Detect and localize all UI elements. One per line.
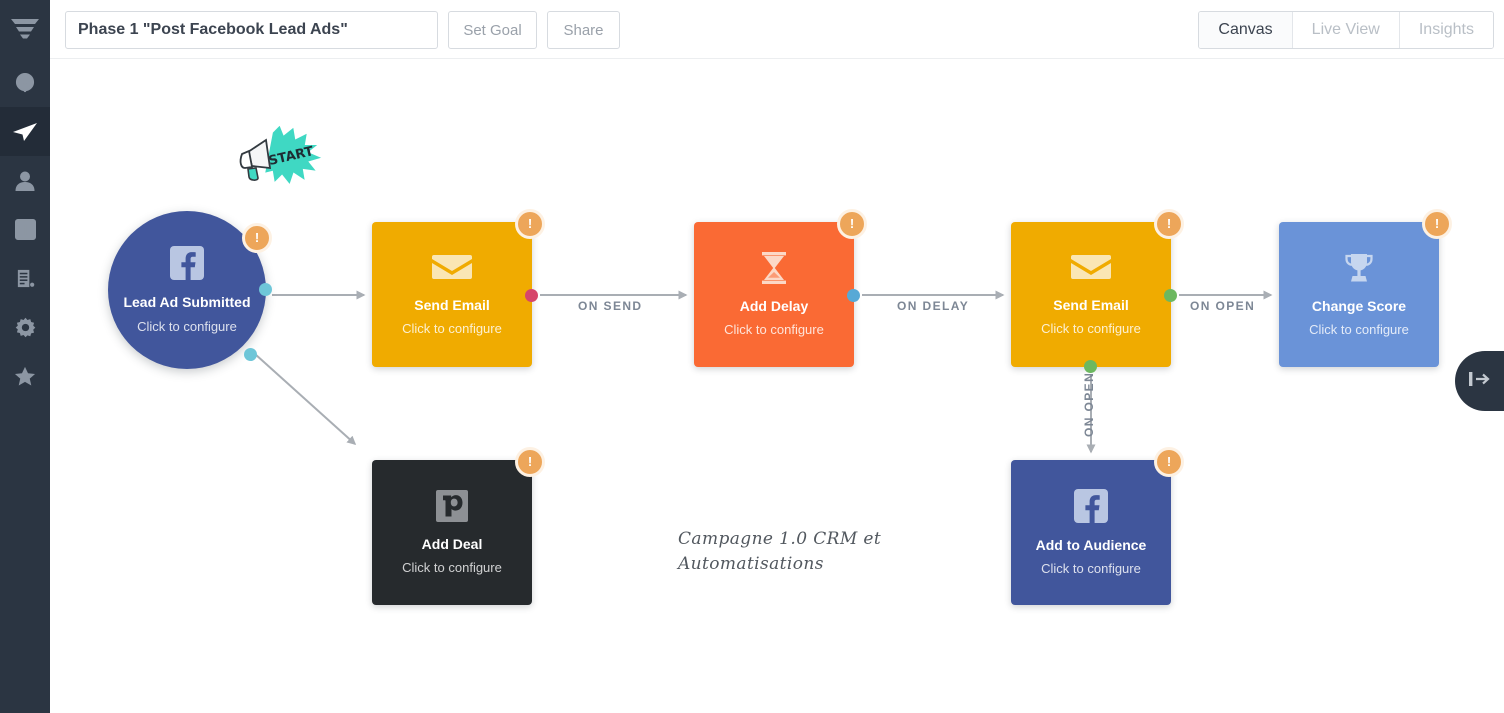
start-megaphone-sticker: START: [236, 122, 327, 190]
node-title: Add to Audience: [1035, 536, 1147, 553]
workflow-canvas[interactable]: ON SEND ON DELAY ON OPEN ON OPEN START C…: [50, 59, 1504, 713]
node-warning-badge[interactable]: !: [515, 447, 545, 477]
tab-insights[interactable]: Insights: [1399, 12, 1493, 48]
node-warning-badge[interactable]: !: [1154, 209, 1184, 239]
node-output-port[interactable]: [525, 289, 538, 302]
sidebar-item-reports[interactable]: [0, 205, 50, 254]
top-bar: Set Goal Share Canvas Live View Insights: [50, 0, 1504, 59]
share-button[interactable]: Share: [547, 11, 620, 49]
app-root: Set Goal Share Canvas Live View Insights: [0, 0, 1504, 713]
node-title: Add Delay: [739, 297, 809, 314]
connector-label-on-delay: ON DELAY: [897, 299, 970, 313]
node-add-to-audience[interactable]: ! Add to Audience Click to configure: [1011, 447, 1184, 605]
node-warning-badge[interactable]: !: [1422, 209, 1452, 239]
envelope-icon: [1071, 253, 1111, 288]
set-goal-button[interactable]: Set Goal: [448, 11, 537, 49]
node-subtitle: Click to configure: [1041, 561, 1141, 577]
connector-label-on-send: ON SEND: [578, 299, 643, 313]
node-output-port[interactable]: [847, 289, 860, 302]
node-output-port-secondary[interactable]: [1084, 360, 1097, 373]
node-subtitle: Click to configure: [1041, 321, 1141, 337]
connector-label-on-open-vertical: ON OPEN: [1082, 371, 1096, 437]
canvas-note: Campagne 1.0 CRM et Automatisations: [678, 529, 882, 574]
facebook-icon: [170, 246, 204, 285]
node-title: Send Email: [1053, 296, 1129, 313]
node-warning-badge[interactable]: !: [837, 209, 867, 239]
sidebar-item-dashboard[interactable]: [0, 58, 50, 107]
left-sidebar: [0, 0, 50, 713]
node-output-port[interactable]: [1164, 289, 1177, 302]
node-output-port[interactable]: [259, 283, 272, 296]
node-send-email-1[interactable]: ! Send Email Click to configure: [372, 209, 545, 367]
sidebar-item-settings[interactable]: [0, 303, 50, 352]
sidebar-item-campaigns[interactable]: [0, 107, 50, 156]
node-lead-ad-submitted[interactable]: ! Lead Ad Submitted Click to configure: [108, 211, 272, 369]
sidebar-item-favorites[interactable]: [0, 352, 50, 401]
sidebar-item-lists[interactable]: [0, 254, 50, 303]
envelope-icon: [432, 253, 472, 288]
node-subtitle: Click to configure: [1309, 322, 1409, 338]
node-warning-badge[interactable]: !: [242, 223, 272, 253]
sidebar-item-contacts[interactable]: [0, 156, 50, 205]
tab-canvas[interactable]: Canvas: [1199, 12, 1293, 48]
campaign-title-input[interactable]: [65, 11, 438, 49]
node-title: Add Deal: [421, 535, 483, 552]
node-change-score[interactable]: ! Change Score Click to configure: [1279, 209, 1452, 367]
pipedrive-icon: [436, 489, 468, 527]
connector-label-on-open-horizontal: ON OPEN: [1190, 299, 1256, 313]
node-subtitle: Click to configure: [402, 321, 502, 337]
tab-live-view[interactable]: Live View: [1292, 12, 1400, 48]
hourglass-icon: [760, 251, 788, 289]
node-add-deal[interactable]: ! Add Deal Click to configure: [372, 447, 545, 605]
trophy-icon: [1343, 252, 1375, 289]
facebook-icon: [1074, 488, 1108, 528]
node-output-port-secondary[interactable]: [244, 348, 257, 361]
node-warning-badge[interactable]: !: [515, 209, 545, 239]
view-tabs: Canvas Live View Insights: [1198, 11, 1494, 49]
node-add-delay[interactable]: ! Add Delay Click to configure: [694, 209, 867, 367]
node-title: Lead Ad Submitted: [123, 294, 251, 311]
node-title: Change Score: [1311, 297, 1407, 314]
expand-panel-icon: [1467, 370, 1493, 393]
node-title: Send Email: [414, 296, 490, 313]
hamburger-logo-icon[interactable]: [0, 0, 50, 58]
node-subtitle: Click to configure: [402, 560, 502, 576]
node-warning-badge[interactable]: !: [1154, 447, 1184, 477]
node-subtitle: Click to configure: [137, 318, 237, 334]
node-send-email-2[interactable]: ! Send Email Click to configure: [1011, 209, 1184, 373]
node-subtitle: Click to configure: [724, 322, 824, 338]
